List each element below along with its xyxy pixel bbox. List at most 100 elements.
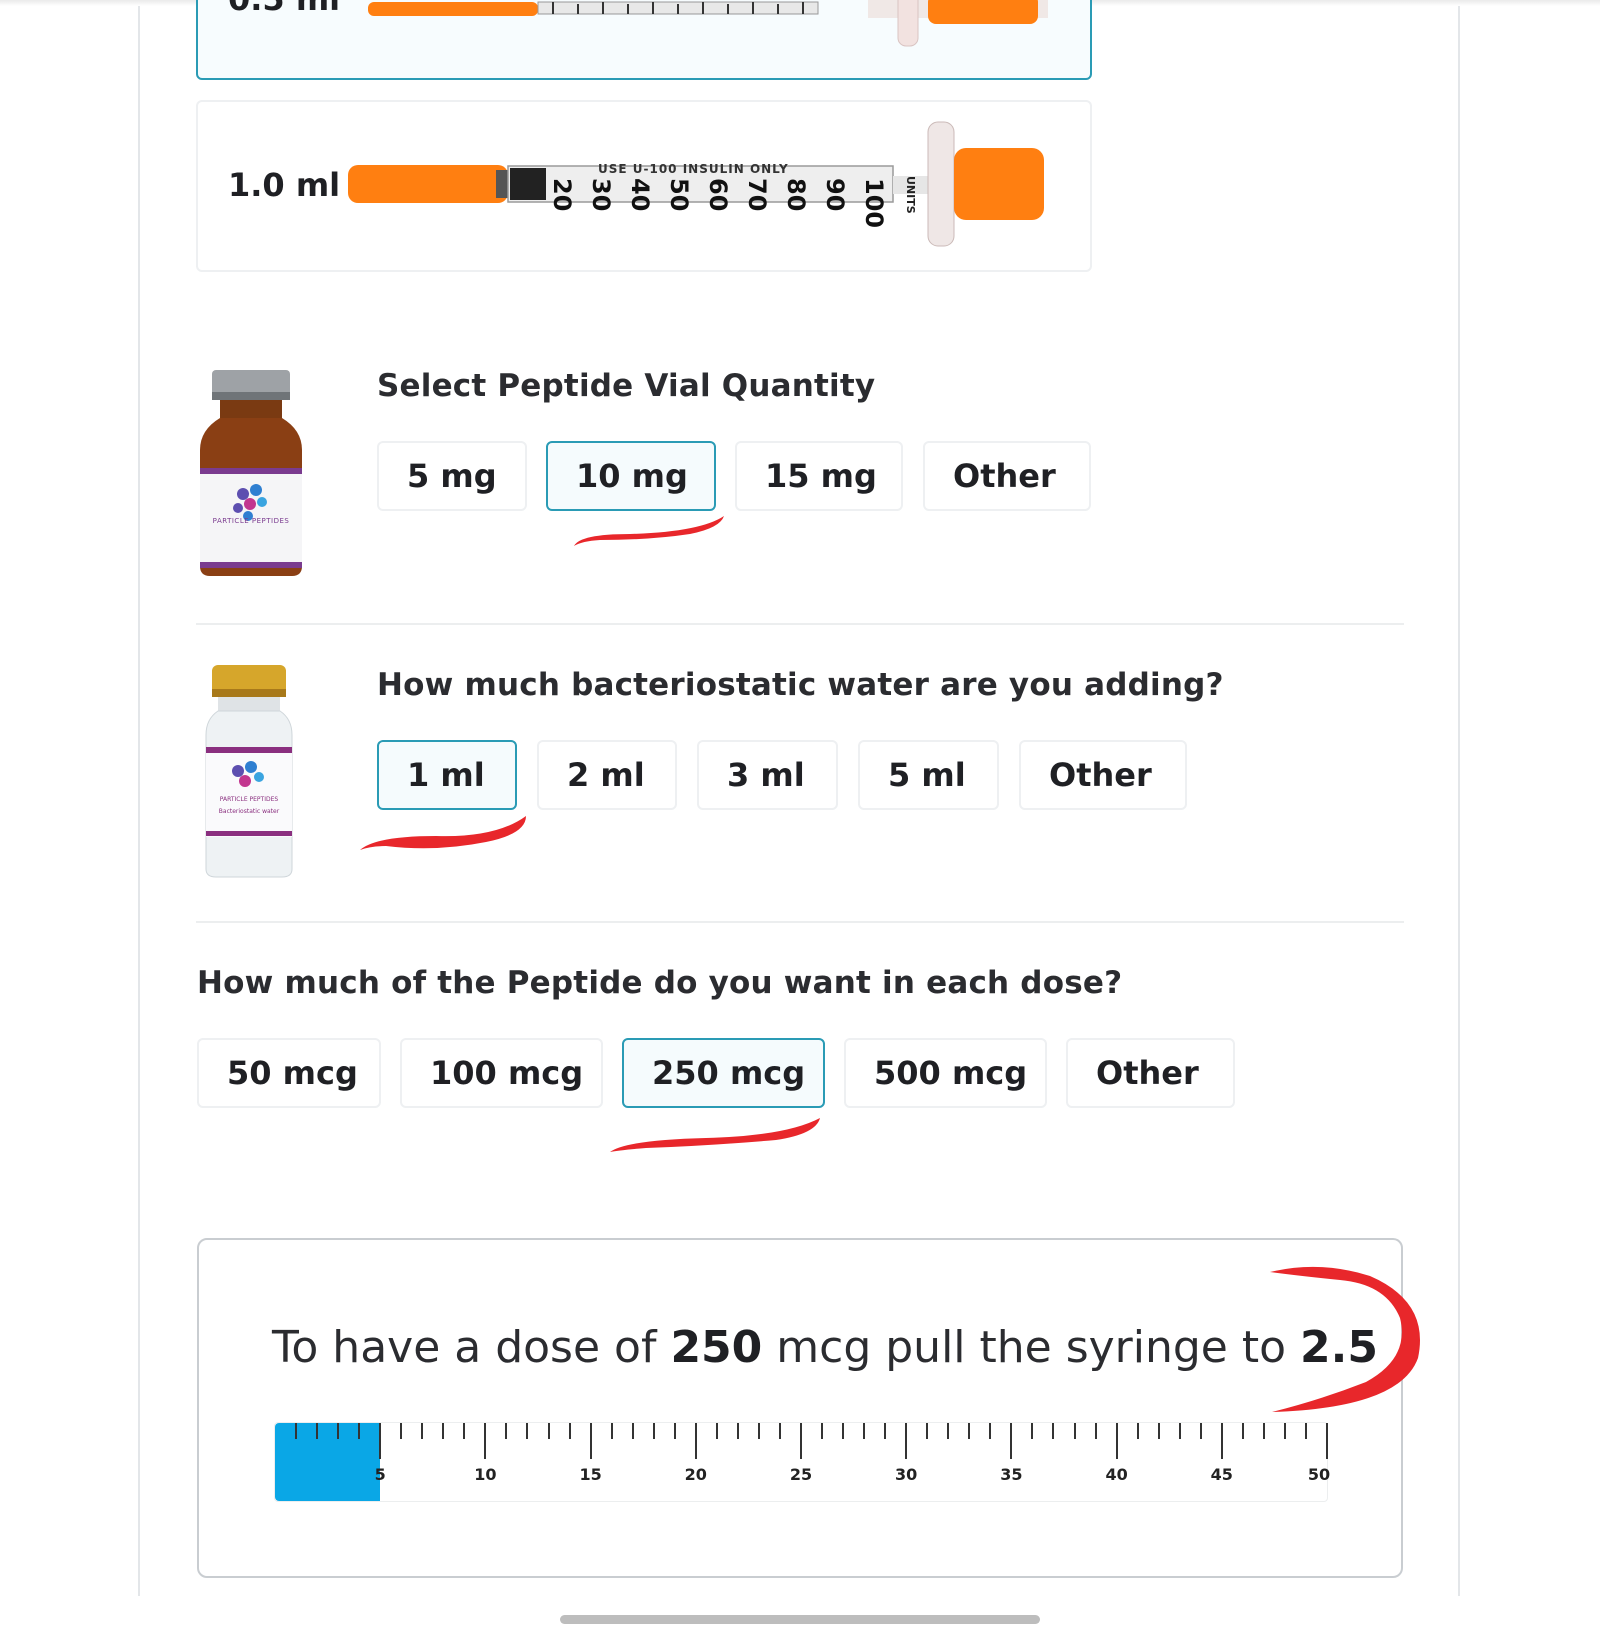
ruler-tick (547, 1423, 550, 1439)
water-vial-brand: PARTICLE PEPTIDES (219, 796, 279, 803)
result-card (197, 1238, 1403, 1578)
ruler-tick (589, 1423, 592, 1459)
vial-quantity-question: Select Peptide Vial Quantity (377, 368, 876, 404)
ruler-label: 35 (1000, 1465, 1023, 1484)
ruler-tick (1010, 1423, 1013, 1459)
ruler-tick (1283, 1423, 1286, 1439)
scale-mark: 50 (665, 178, 693, 212)
ruler-tick (947, 1423, 950, 1439)
scale-mark: 60 (704, 178, 732, 212)
ruler-label: 50 (1307, 1465, 1331, 1484)
water-option-other[interactable]: Other (1019, 740, 1187, 810)
ruler-tick (1326, 1423, 1328, 1459)
ruler-tick (989, 1423, 992, 1439)
ruler-tick (926, 1423, 929, 1439)
syringe-units-label: UNITS (904, 176, 917, 214)
water-amount-question: How much bacteriostatic water are you ad… (377, 667, 1224, 703)
ruler-tick (295, 1423, 298, 1439)
dose-option-other[interactable]: Other (1066, 1038, 1235, 1108)
ruler-tick (610, 1423, 613, 1439)
ruler-tick (463, 1423, 466, 1439)
vial-option-10mg[interactable]: 10 mg (546, 441, 716, 511)
ruler-tick (673, 1423, 676, 1439)
result-text: To have a dose of 250 mcg pull the syrin… (272, 1322, 1378, 1373)
ruler-label: 45 (1210, 1465, 1233, 1484)
ruler-label: 15 (579, 1465, 602, 1484)
ruler-tick (821, 1423, 824, 1439)
peptide-vial-image (200, 370, 302, 576)
section-divider (196, 623, 1404, 625)
ruler-tick (1304, 1423, 1307, 1439)
ruler-tick (800, 1423, 802, 1459)
ruler-tick (442, 1423, 445, 1439)
ruler-tick (968, 1423, 971, 1439)
syringe-scale-marks: 20 30 40 50 60 70 80 90 100 (548, 178, 888, 228)
syringe-label: 1.0 ml (228, 166, 341, 204)
ruler-tick (379, 1423, 382, 1459)
annotation-underline-water (360, 816, 526, 850)
ruler-tick (505, 1423, 508, 1439)
ruler-tick (421, 1423, 424, 1439)
water-option-5ml[interactable]: 5 ml (858, 740, 999, 810)
ruler-tick (715, 1423, 718, 1439)
ruler-tick (1178, 1423, 1181, 1439)
ruler-tick (1031, 1423, 1034, 1439)
ruler-label: 30 (895, 1465, 918, 1484)
ruler-tick (736, 1423, 739, 1439)
ruler-tick (884, 1423, 887, 1439)
ruler-tick (757, 1423, 760, 1439)
ruler-label: 10 (474, 1465, 497, 1484)
syringe-print-top: USE U-100 INSULIN ONLY (598, 162, 789, 176)
scale-mark: 20 (548, 178, 576, 212)
ruler-tick (484, 1423, 487, 1459)
water-vial-label: Bacteriostatic water (218, 808, 280, 815)
water-option-2ml[interactable]: 2 ml (537, 740, 677, 810)
result-dose-value: 250 (670, 1322, 763, 1373)
ruler-tick (1199, 1423, 1202, 1439)
annotation-underline-dose (610, 1118, 820, 1152)
water-option-3ml[interactable]: 3 ml (697, 740, 838, 810)
ruler-label: 25 (789, 1465, 813, 1484)
scale-mark: 70 (743, 178, 771, 212)
vial-option-5mg[interactable]: 5 mg (377, 441, 527, 511)
page-frame-left (138, 0, 140, 1596)
ruler-tick (863, 1423, 866, 1439)
syringe-ruler: 5 10 15 20 25 30 35 40 45 50 (274, 1422, 1330, 1502)
dose-option-500mcg[interactable]: 500 mcg (844, 1038, 1047, 1108)
water-option-1ml[interactable]: 1 ml (377, 740, 517, 810)
result-units-value: 2.5 (1300, 1322, 1378, 1373)
ruler-tick (842, 1423, 845, 1439)
syringe-option-1-0ml[interactable]: 1.0 ml USE U-100 INSULIN ONLY 20 30 40 5… (196, 100, 1092, 272)
ruler-tick (526, 1423, 529, 1439)
ruler-tick (1073, 1423, 1076, 1439)
ruler-tick (1115, 1423, 1118, 1459)
scale-mark: 40 (626, 178, 654, 212)
dose-option-100mcg[interactable]: 100 mcg (400, 1038, 603, 1108)
dose-question: How much of the Peptide do you want in e… (197, 965, 1123, 1001)
vial-option-other[interactable]: Other (923, 441, 1091, 511)
ruler-label: 20 (684, 1465, 707, 1484)
home-indicator (560, 1615, 1040, 1624)
result-middle: mcg pull the syringe to (762, 1322, 1301, 1373)
syringe-0-5ml-image (368, 0, 1048, 47)
dose-option-250mcg[interactable]: 250 mcg (622, 1038, 825, 1108)
ruler-tick (631, 1423, 634, 1439)
scale-mark: 30 (587, 178, 615, 212)
scale-mark: 80 (782, 178, 810, 212)
ruler-tick (358, 1423, 361, 1439)
ruler-tick (694, 1423, 697, 1459)
page-frame-right (1458, 0, 1460, 1596)
section-divider (196, 921, 1404, 923)
vial-option-15mg[interactable]: 15 mg (735, 441, 903, 511)
ruler-tick (1052, 1423, 1055, 1439)
peptide-vial-brand: PARTICLE PEPTIDES (212, 517, 290, 525)
water-vial-image (205, 665, 293, 878)
ruler-tick (316, 1423, 319, 1439)
dose-option-50mcg[interactable]: 50 mcg (197, 1038, 381, 1108)
ruler-tick (337, 1423, 340, 1439)
syringe-option-0-5ml[interactable]: 0.5 ml (196, 0, 1092, 80)
syringe-label: 0.5 ml (228, 0, 340, 18)
ruler-tick (905, 1423, 908, 1459)
ruler-tick (652, 1423, 655, 1439)
ruler-tick (1262, 1423, 1265, 1439)
